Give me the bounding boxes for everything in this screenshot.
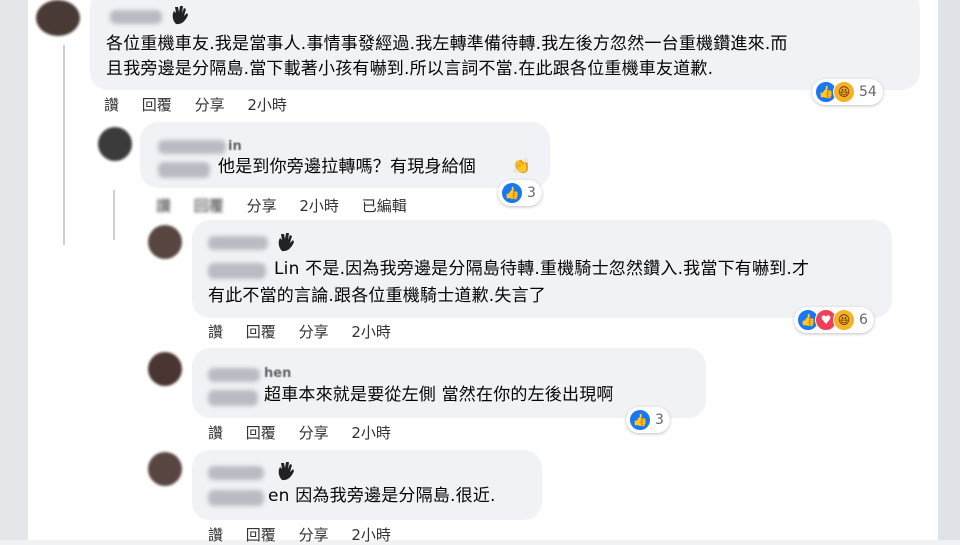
comment-text: 他是到你旁邊拉轉嗎？有現身給個 bbox=[218, 157, 476, 177]
haha-icon: 😆 bbox=[833, 309, 855, 331]
avatar[interactable] bbox=[36, 0, 80, 36]
thread-line bbox=[113, 190, 115, 240]
reaction-summary[interactable]: 👍 😆 54 bbox=[812, 79, 883, 105]
haha-icon: 😆 bbox=[833, 81, 855, 103]
reaction-summary[interactable]: 👍 3 bbox=[498, 180, 542, 206]
commenter-name[interactable] bbox=[208, 368, 260, 382]
edited-label[interactable]: 已編輯 bbox=[362, 197, 407, 215]
mention-tag[interactable] bbox=[208, 263, 266, 279]
reaction-count: 3 bbox=[655, 412, 664, 428]
reaction-summary[interactable]: 👍 3 bbox=[626, 407, 670, 433]
commenter-name-suffix: hen bbox=[264, 366, 292, 381]
comment-actions: 讚 回覆 分享 2小時 已編輯 bbox=[156, 195, 425, 216]
comment-text: 且我旁邊是分隔島.當下載著小孩有嚇到.所以言詞不當.在此跟各位重機車友道歉. bbox=[106, 59, 714, 79]
commenter-name[interactable] bbox=[208, 236, 268, 250]
commenter-name-suffix: in bbox=[228, 139, 242, 154]
mention-tag[interactable] bbox=[158, 162, 210, 178]
comment-text: Lin 不是.因為我旁邊是分隔島待轉.重機騎士忽然鑽入.我當下有嚇到.才 bbox=[274, 259, 810, 279]
share-button[interactable]: 分享 bbox=[299, 526, 329, 544]
timestamp[interactable]: 2小時 bbox=[247, 96, 287, 114]
avatar[interactable] bbox=[148, 225, 182, 259]
comment-section: 各位重機車友.我是當事人.事情事發經過.我左轉準備待轉.我左後方忽然一台重機鑽進… bbox=[28, 0, 938, 544]
reply-button[interactable]: 回覆 bbox=[246, 526, 276, 544]
reaction-count: 6 bbox=[859, 312, 868, 328]
avatar[interactable] bbox=[98, 127, 132, 161]
comment-text: en 因為我旁邊是分隔島.很近. bbox=[268, 486, 496, 506]
comment-text: 超車本來就是要從左側 當然在你的左後出現啊 bbox=[264, 385, 614, 405]
hand-emoji: 👏 bbox=[512, 157, 531, 175]
reply-button[interactable]: 回覆 bbox=[246, 424, 276, 442]
reaction-summary[interactable]: 👍 ♥ 😆 6 bbox=[794, 307, 874, 333]
commenter-name[interactable] bbox=[158, 140, 226, 154]
wave-icon bbox=[278, 462, 294, 481]
like-button[interactable]: 讚 bbox=[208, 424, 223, 442]
like-icon: 👍 bbox=[501, 182, 523, 204]
like-button[interactable]: 讚 bbox=[156, 197, 171, 215]
reaction-count: 54 bbox=[859, 84, 877, 100]
reply-button[interactable]: 回覆 bbox=[246, 323, 276, 341]
share-button[interactable]: 分享 bbox=[299, 424, 329, 442]
comment-actions: 讚 回覆 分享 2小時 bbox=[208, 524, 409, 545]
share-button[interactable]: 分享 bbox=[299, 323, 329, 341]
timestamp[interactable]: 2小時 bbox=[351, 424, 391, 442]
commenter-name[interactable] bbox=[110, 10, 162, 24]
wave-icon bbox=[278, 233, 294, 252]
reply-button[interactable]: 回覆 bbox=[194, 197, 224, 215]
like-button[interactable]: 讚 bbox=[208, 526, 223, 544]
comment-actions: 讚 回覆 分享 2小時 bbox=[208, 422, 409, 443]
timestamp[interactable]: 2小時 bbox=[351, 526, 391, 544]
comment-actions: 讚 回覆 分享 2小時 bbox=[208, 321, 409, 342]
like-button[interactable]: 讚 bbox=[104, 96, 119, 114]
avatar[interactable] bbox=[148, 452, 182, 486]
background-left bbox=[0, 0, 28, 540]
reply-button[interactable]: 回覆 bbox=[142, 96, 172, 114]
share-button[interactable]: 分享 bbox=[195, 96, 225, 114]
mention-tag[interactable] bbox=[208, 390, 258, 406]
share-button[interactable]: 分享 bbox=[247, 197, 277, 215]
mention-tag[interactable] bbox=[208, 490, 264, 506]
timestamp[interactable]: 2小時 bbox=[299, 197, 339, 215]
timestamp[interactable]: 2小時 bbox=[351, 323, 391, 341]
avatar[interactable] bbox=[148, 352, 182, 386]
comment-actions: 讚 回覆 分享 2小時 bbox=[104, 94, 305, 115]
like-icon: 👍 bbox=[629, 409, 651, 431]
thread-line bbox=[63, 45, 65, 245]
commenter-name[interactable] bbox=[208, 466, 264, 480]
comment-text: 各位重機車友.我是當事人.事情事發經過.我左轉準備待轉.我左後方忽然一台重機鑽進… bbox=[106, 34, 788, 54]
reaction-count: 3 bbox=[527, 185, 536, 201]
wave-icon bbox=[172, 6, 188, 25]
background-right bbox=[938, 0, 960, 540]
comment-text: 有此不當的言論.跟各位重機騎士道歉.失言了 bbox=[208, 286, 547, 306]
like-button[interactable]: 讚 bbox=[208, 323, 223, 341]
